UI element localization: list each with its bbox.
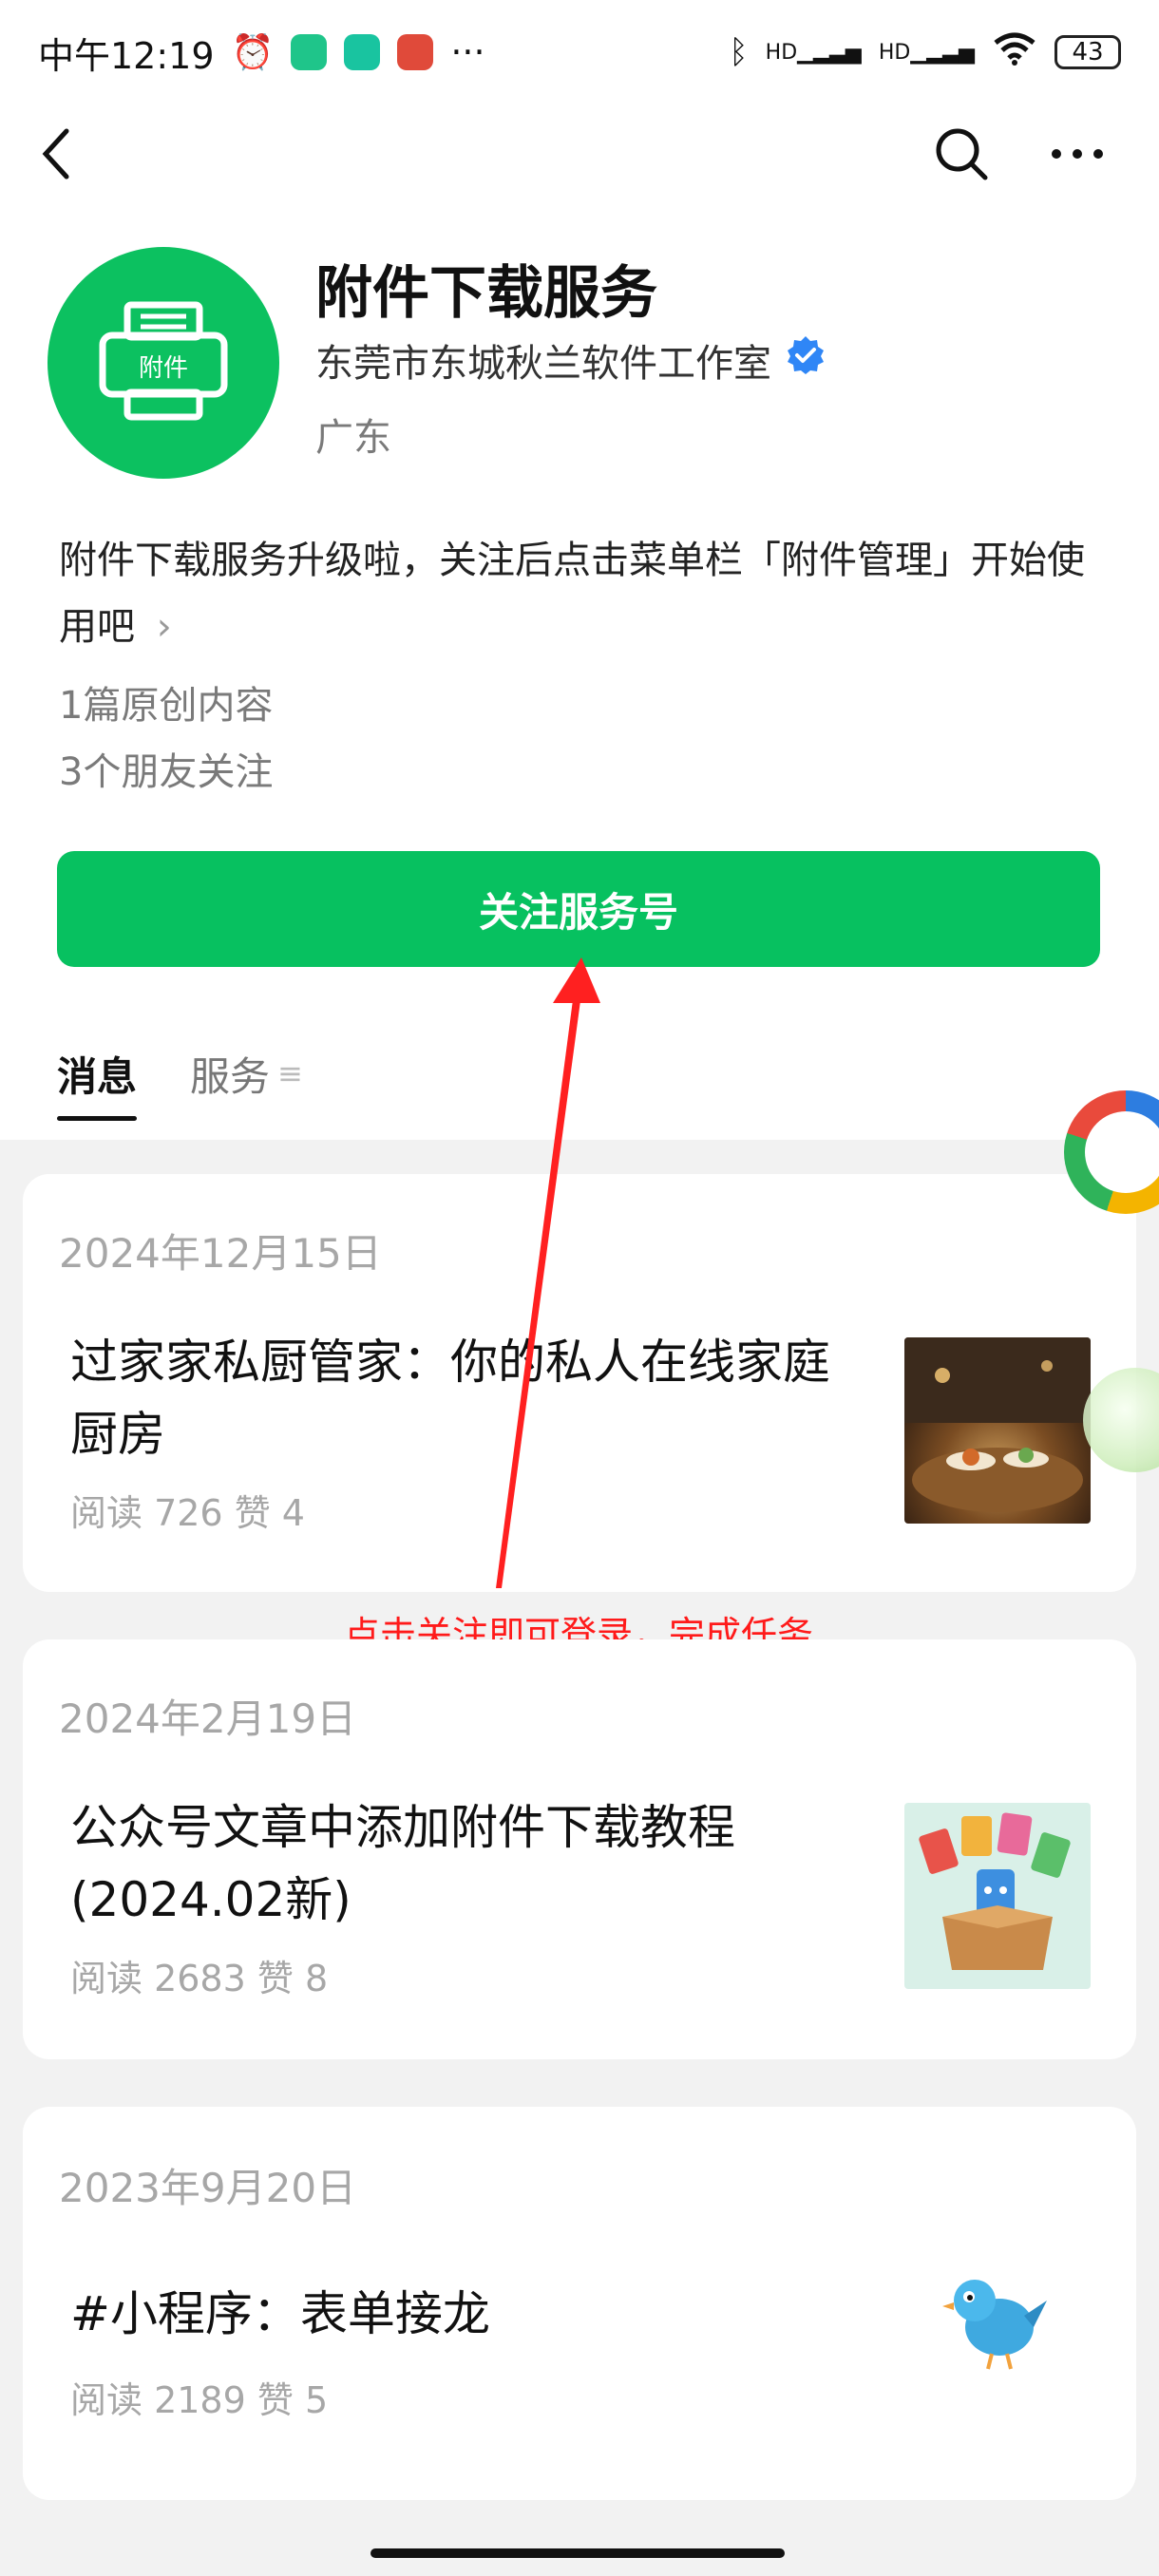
home-indicator[interactable] (370, 2548, 785, 2558)
annotation-arrow (496, 957, 600, 1588)
